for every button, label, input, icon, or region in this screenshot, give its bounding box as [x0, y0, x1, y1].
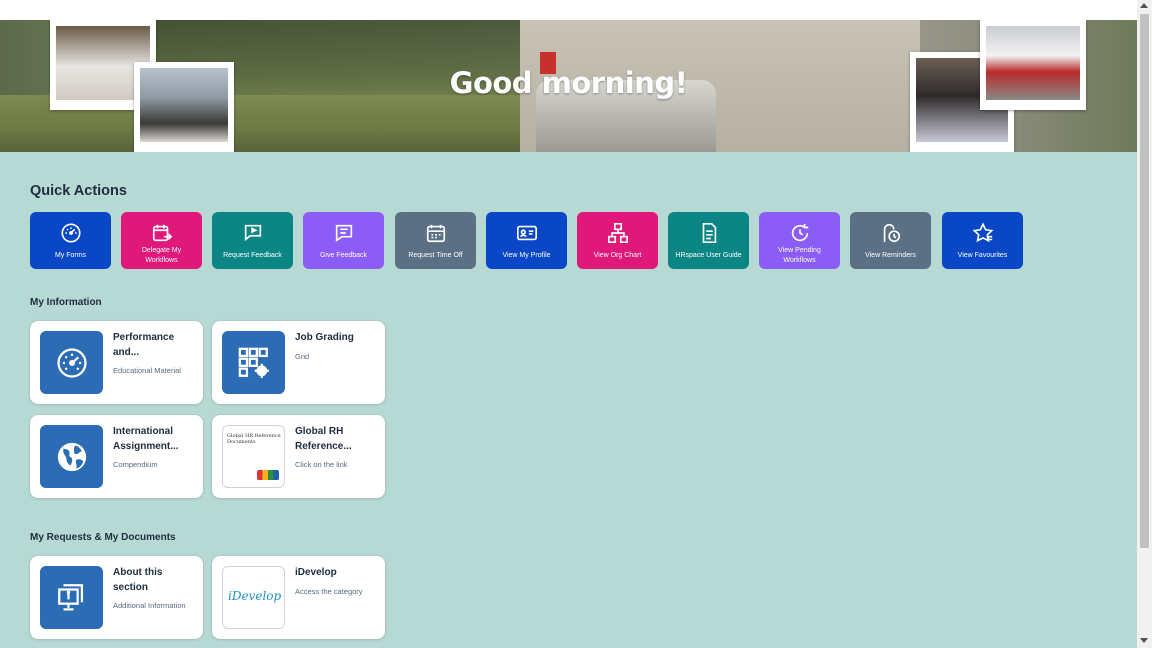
thumbnail-text: Global HR Reference Documents	[227, 433, 281, 445]
org-chart-icon	[606, 221, 630, 245]
thumbnail-logo	[257, 470, 279, 480]
vertical-scrollbar[interactable]	[1137, 0, 1152, 648]
idevelop-logo-text: iDevelop	[228, 589, 282, 603]
monitor-info-icon	[40, 566, 103, 629]
my-information-title: My Information	[30, 297, 102, 308]
quick-action-view-org-chart[interactable]: View Org Chart	[577, 212, 658, 269]
quick-action-hrspace-user-guide[interactable]: HRspace User Guide	[668, 212, 749, 269]
tile-title: About this section	[113, 567, 163, 593]
tile-subtitle: Compendium	[113, 460, 158, 469]
gauge-icon	[59, 221, 83, 245]
quick-action-label: Request Feedback	[223, 252, 282, 259]
refresh-icon	[788, 221, 812, 245]
main-content: Quick Actions My Forms Delegate My Workf…	[0, 152, 1137, 648]
quick-action-view-favourites[interactable]: View Favourites	[942, 212, 1023, 269]
feedback-request-icon	[241, 221, 265, 245]
quick-action-label: Request Time Off	[408, 252, 463, 259]
quick-actions-title: Quick Actions	[30, 183, 127, 199]
quick-action-view-my-profile[interactable]: View My Profile	[486, 212, 567, 269]
idevelop-logo: iDevelop	[222, 566, 285, 629]
top-strip	[0, 0, 1137, 20]
tile-title: Performance and...	[113, 332, 175, 358]
quick-action-give-feedback[interactable]: Give Feedback	[303, 212, 384, 269]
globe-icon	[40, 425, 103, 488]
scrollbar-thumb[interactable]	[1140, 14, 1149, 548]
quick-action-label: Give Feedback	[319, 252, 368, 259]
scroll-up-arrow-icon[interactable]	[1140, 3, 1148, 8]
greeting-title: Good morning!	[449, 66, 688, 100]
quick-action-label: Delegate My Workflows	[141, 247, 182, 264]
tile-international-assignment[interactable]: International Assignment... Compendium	[30, 415, 203, 498]
tile-title: iDevelop	[295, 567, 337, 578]
star-icon	[971, 221, 995, 245]
tile-about-this-section[interactable]: About this section Additional Informatio…	[30, 556, 203, 639]
calendar-icon	[424, 221, 448, 245]
tile-title: Job Grading	[295, 332, 354, 343]
quick-action-label: View Org Chart	[593, 252, 642, 259]
quick-action-view-reminders[interactable]: View Reminders	[850, 212, 931, 269]
tile-idevelop[interactable]: iDevelop iDevelop Access the category	[212, 556, 385, 639]
tile-job-grading[interactable]: Job Grading Grid	[212, 321, 385, 404]
my-requests-title: My Requests & My Documents	[30, 532, 176, 543]
quick-action-delegate-my-workflows[interactable]: Delegate My Workflows	[121, 212, 202, 269]
message-icon	[332, 221, 356, 245]
quick-action-request-time-off[interactable]: Request Time Off	[395, 212, 476, 269]
document-icon	[697, 221, 721, 245]
id-card-icon	[515, 221, 539, 245]
tile-subtitle: Educational Material	[113, 366, 181, 375]
scroll-down-arrow-icon[interactable]	[1140, 638, 1148, 643]
tile-subtitle: Additional Information	[113, 601, 186, 610]
tile-title: Global RH Reference...	[295, 426, 352, 452]
reminder-icon	[879, 221, 903, 245]
quick-action-request-feedback[interactable]: Request Feedback	[212, 212, 293, 269]
tile-subtitle: Click on the link	[295, 460, 348, 469]
gauge-icon	[40, 331, 103, 394]
quick-action-view-pending-workflows[interactable]: View Pending Workflows	[759, 212, 840, 269]
quick-action-label: View My Profile	[502, 252, 551, 259]
quick-action-label: HRspace User Guide	[675, 252, 742, 259]
hero-banner: Good morning!	[0, 20, 1137, 152]
calendar-delegate-icon	[150, 221, 174, 245]
tile-subtitle: Access the category	[295, 587, 363, 596]
quick-action-label: View Favourites	[957, 252, 1008, 259]
tile-performance[interactable]: Performance and... Educational Material	[30, 321, 203, 404]
quick-action-label: View Reminders	[865, 252, 916, 259]
tile-subtitle: Grid	[295, 352, 310, 361]
tile-global-rh-reference[interactable]: Global HR Reference Documents Global RH …	[212, 415, 385, 498]
quick-action-label: My Forms	[54, 252, 87, 259]
grid-settings-icon	[222, 331, 285, 394]
quick-action-my-forms[interactable]: My Forms	[30, 212, 111, 269]
tile-title: International Assignment...	[113, 426, 179, 452]
global-hr-document-thumbnail: Global HR Reference Documents	[222, 425, 285, 488]
quick-action-label: View Pending Workflows	[778, 247, 821, 264]
